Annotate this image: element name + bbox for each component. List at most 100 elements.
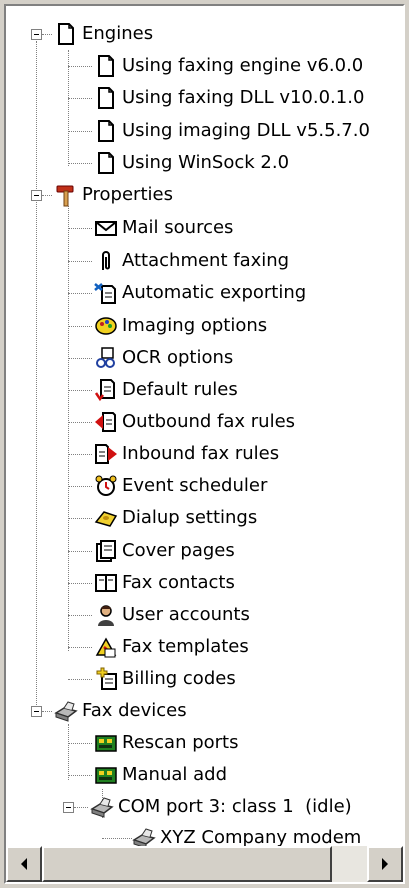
tree-item-automatic-exporting[interactable]: Automatic exporting [94, 278, 306, 308]
tree-item-fax-devices[interactable]: Fax devices [54, 696, 187, 726]
document-icon [94, 54, 118, 78]
tree-item-label: COM port 3: class 1 (idle) [118, 796, 352, 817]
tree-item-label: Automatic exporting [122, 282, 307, 303]
tree-item-engines[interactable]: Engines [54, 19, 153, 49]
tree-item-label: Default rules [122, 379, 238, 400]
rules-icon [94, 378, 118, 402]
tree-line [68, 206, 69, 651]
tree-line [36, 41, 37, 711]
tree-item-outbound-fax-rules[interactable]: Outbound fax rules [94, 407, 295, 437]
tree-line [68, 390, 92, 391]
tree-line [74, 807, 88, 808]
tree-line [68, 228, 92, 229]
tree-item-label: Rescan ports [122, 732, 239, 753]
tree-item-com-port[interactable]: COM port 3: class 1 (idle) [90, 792, 352, 822]
tree-line [68, 261, 92, 262]
collapse-toggle-com-port[interactable] [63, 802, 74, 813]
collapse-toggle-properties[interactable] [31, 190, 42, 201]
fax-machine-icon [54, 699, 78, 723]
fax-machine-icon [90, 795, 114, 819]
collapse-toggle-fax-devices[interactable] [31, 706, 42, 717]
tree-item-faxing-dll[interactable]: Using faxing DLL v10.0.1.0 [94, 83, 364, 113]
tree-item-label: Manual add [122, 764, 228, 785]
tree-item-xyz-modem[interactable]: XYZ Company modem [132, 823, 361, 846]
tree-view[interactable]: Engines Using faxing engine v6.0.0 Using… [6, 6, 403, 846]
circuit-board-icon [94, 763, 118, 787]
tree-line [68, 583, 92, 584]
collapse-toggle-engines[interactable] [31, 29, 42, 40]
tree-line [68, 293, 92, 294]
tree-item-label: Fax templates [122, 636, 249, 657]
outbound-icon [94, 410, 118, 434]
scroll-right-button[interactable] [367, 846, 403, 882]
tree-item-label: Event scheduler [122, 475, 268, 496]
tree-item-label: Attachment faxing [122, 250, 290, 271]
ocr-icon [94, 346, 118, 370]
telephone-icon [94, 506, 118, 530]
arrow-right-icon [382, 858, 388, 870]
tree-item-billing-codes[interactable]: Billing codes [94, 664, 236, 694]
tree-item-label: Outbound fax rules [122, 411, 296, 432]
tree-line [68, 775, 92, 776]
tree-line [68, 724, 69, 780]
tree-item-attachment-faxing[interactable]: Attachment faxing [94, 246, 289, 276]
tree-line [68, 679, 92, 680]
tree-item-imaging-options[interactable]: Imaging options [94, 311, 267, 341]
tree-item-label: Using faxing DLL v10.0.1.0 [122, 87, 365, 108]
tree-line [68, 163, 92, 164]
template-icon [94, 635, 118, 659]
tree-item-properties[interactable]: Properties [54, 180, 173, 210]
tree-line [42, 34, 52, 35]
document-icon [54, 22, 78, 46]
inbound-icon [94, 442, 118, 466]
export-icon [94, 281, 118, 305]
tree-item-label: Engines [82, 23, 154, 44]
tree-item-label: Billing codes [122, 668, 236, 689]
tree-item-label: Inbound fax rules [122, 443, 280, 464]
tree-line [102, 838, 132, 839]
tree-item-fax-templates[interactable]: Fax templates [94, 632, 249, 662]
tree-item-label: Using WinSock 2.0 [122, 152, 290, 173]
tree-item-mail-sources[interactable]: Mail sources [94, 213, 233, 243]
scroll-left-button[interactable] [6, 846, 42, 882]
tree-line [68, 98, 92, 99]
tree-line [68, 615, 92, 616]
tree-item-event-scheduler[interactable]: Event scheduler [94, 471, 267, 501]
tree-line [42, 195, 52, 196]
tree-item-winsock[interactable]: Using WinSock 2.0 [94, 148, 289, 178]
tree-line [68, 66, 92, 67]
tree-item-rescan-ports[interactable]: Rescan ports [94, 728, 238, 758]
cover-page-icon [94, 539, 118, 563]
tree-item-label: Fax devices [82, 700, 187, 721]
tree-item-label: Using faxing engine v6.0.0 [122, 55, 364, 76]
tree-line [68, 326, 92, 327]
imaging-icon [94, 314, 118, 338]
tree-line [68, 743, 92, 744]
tree-line [68, 454, 92, 455]
document-icon [94, 151, 118, 175]
user-icon [94, 603, 118, 627]
paperclip-icon [94, 249, 118, 273]
tree-item-label: Imaging options [122, 315, 268, 336]
tree-line [68, 358, 92, 359]
tree-item-imaging-dll[interactable]: Using imaging DLL v5.5.7.0 [94, 116, 370, 146]
tree-item-cover-pages[interactable]: Cover pages [94, 536, 235, 566]
tree-panel: Engines Using faxing engine v6.0.0 Using… [4, 4, 405, 884]
tree-item-user-accounts[interactable]: User accounts [94, 600, 250, 630]
tree-item-dialup-settings[interactable]: Dialup settings [94, 503, 257, 533]
tree-item-inbound-fax-rules[interactable]: Inbound fax rules [94, 439, 279, 469]
tree-item-label: Properties [82, 184, 173, 205]
tree-item-manual-add[interactable]: Manual add [94, 760, 227, 790]
tree-item-default-rules[interactable]: Default rules [94, 375, 238, 405]
tree-line [68, 551, 92, 552]
tree-item-fax-contacts[interactable]: Fax contacts [94, 568, 235, 598]
scrollbar-thumb[interactable] [42, 846, 332, 882]
alarm-clock-icon [94, 474, 118, 498]
tree-item-faxing-engine[interactable]: Using faxing engine v6.0.0 [94, 51, 363, 81]
envelope-icon [94, 216, 118, 240]
arrow-left-icon [21, 858, 27, 870]
tree-line [42, 711, 52, 712]
horizontal-scrollbar[interactable] [6, 846, 403, 882]
tree-item-ocr-options[interactable]: OCR options [94, 343, 233, 373]
tree-line [68, 518, 92, 519]
